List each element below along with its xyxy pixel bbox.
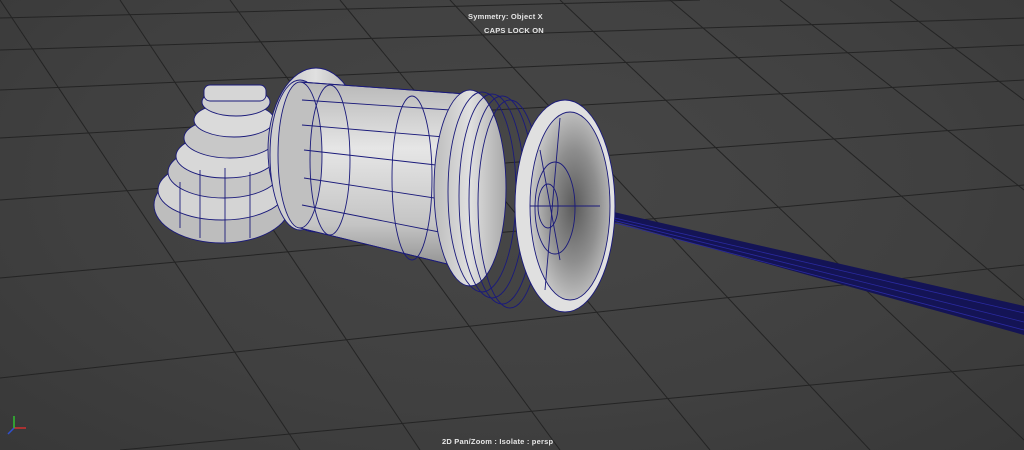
xyz-axis-icon [7,416,26,435]
camera-status-label: 2D Pan/Zoom : Isolate : persp [442,437,554,446]
3d-viewport[interactable]: Symmetry: Object X CAPS LOCK ON 2D Pan/Z… [0,0,1024,450]
symmetry-label: Symmetry: Object X [468,12,543,21]
cylinder-body-mesh[interactable] [267,67,616,313]
ground-grid [0,0,1024,450]
capslock-label: CAPS LOCK ON [484,26,544,35]
scene-canvas[interactable] [0,0,1024,450]
